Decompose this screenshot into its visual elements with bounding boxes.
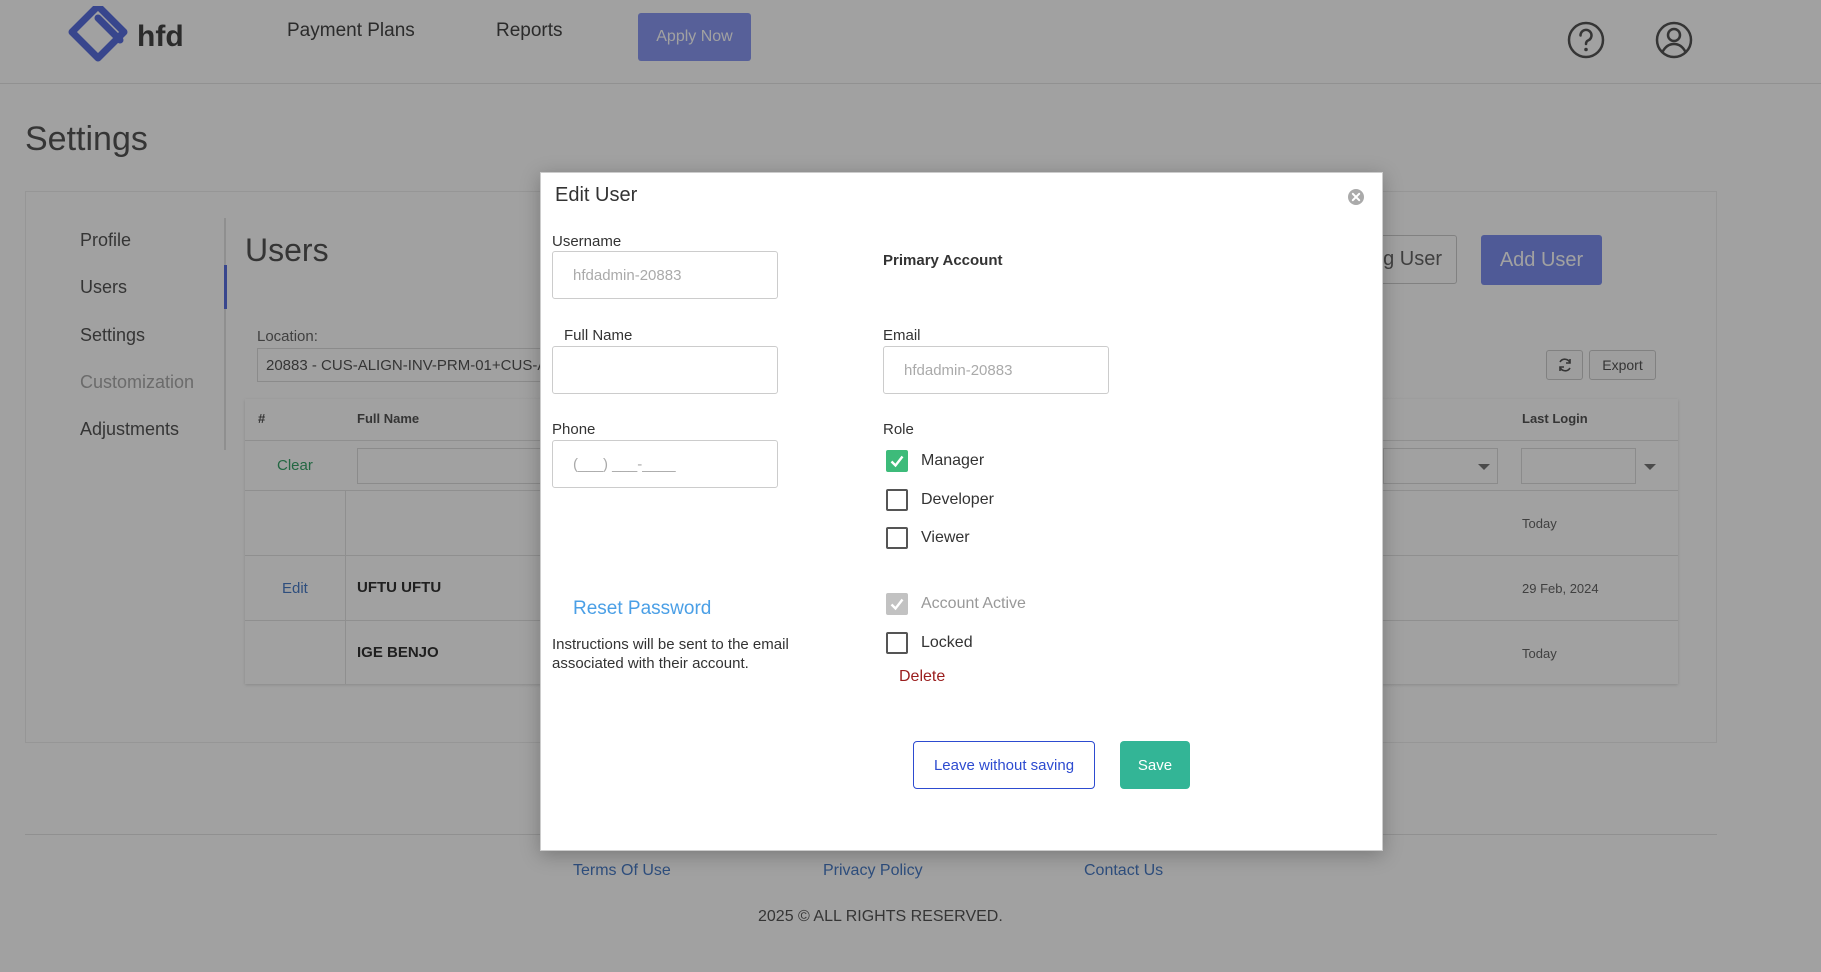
phone-input[interactable] bbox=[552, 440, 778, 488]
role-label: Role bbox=[883, 421, 914, 438]
account-active-label: Account Active bbox=[921, 595, 1026, 612]
account-active-checkbox bbox=[886, 593, 908, 615]
email-label: Email bbox=[883, 327, 921, 344]
email-input[interactable] bbox=[883, 346, 1109, 394]
fullname-input[interactable] bbox=[552, 346, 778, 394]
role-viewer-checkbox[interactable] bbox=[886, 527, 908, 549]
locked-label[interactable]: Locked bbox=[921, 634, 973, 652]
close-icon[interactable] bbox=[1347, 188, 1365, 206]
locked-checkbox[interactable] bbox=[886, 632, 908, 654]
reset-password-link[interactable]: Reset Password bbox=[573, 598, 711, 620]
modal-title: Edit User bbox=[555, 184, 638, 206]
username-input[interactable] bbox=[552, 251, 778, 299]
check-icon bbox=[890, 455, 904, 468]
save-button[interactable]: Save bbox=[1120, 741, 1190, 789]
role-manager-label[interactable]: Manager bbox=[921, 452, 984, 470]
leave-without-saving-button[interactable]: Leave without saving bbox=[913, 741, 1095, 789]
role-developer-checkbox[interactable] bbox=[886, 489, 908, 511]
role-viewer-label[interactable]: Viewer bbox=[921, 529, 970, 547]
primary-account-label: Primary Account bbox=[883, 252, 1003, 269]
username-label: Username bbox=[552, 233, 622, 250]
check-icon bbox=[890, 598, 904, 611]
delete-user-link[interactable]: Delete bbox=[899, 668, 945, 686]
reset-password-help-text: Instructions will be sent to the email a… bbox=[552, 636, 789, 672]
role-developer-label[interactable]: Developer bbox=[921, 491, 994, 509]
phone-label: Phone bbox=[552, 421, 596, 438]
edit-user-modal: Edit User Username Primary Account Full … bbox=[540, 172, 1383, 851]
fullname-label: Full Name bbox=[564, 327, 633, 344]
role-manager-checkbox[interactable] bbox=[886, 450, 908, 472]
